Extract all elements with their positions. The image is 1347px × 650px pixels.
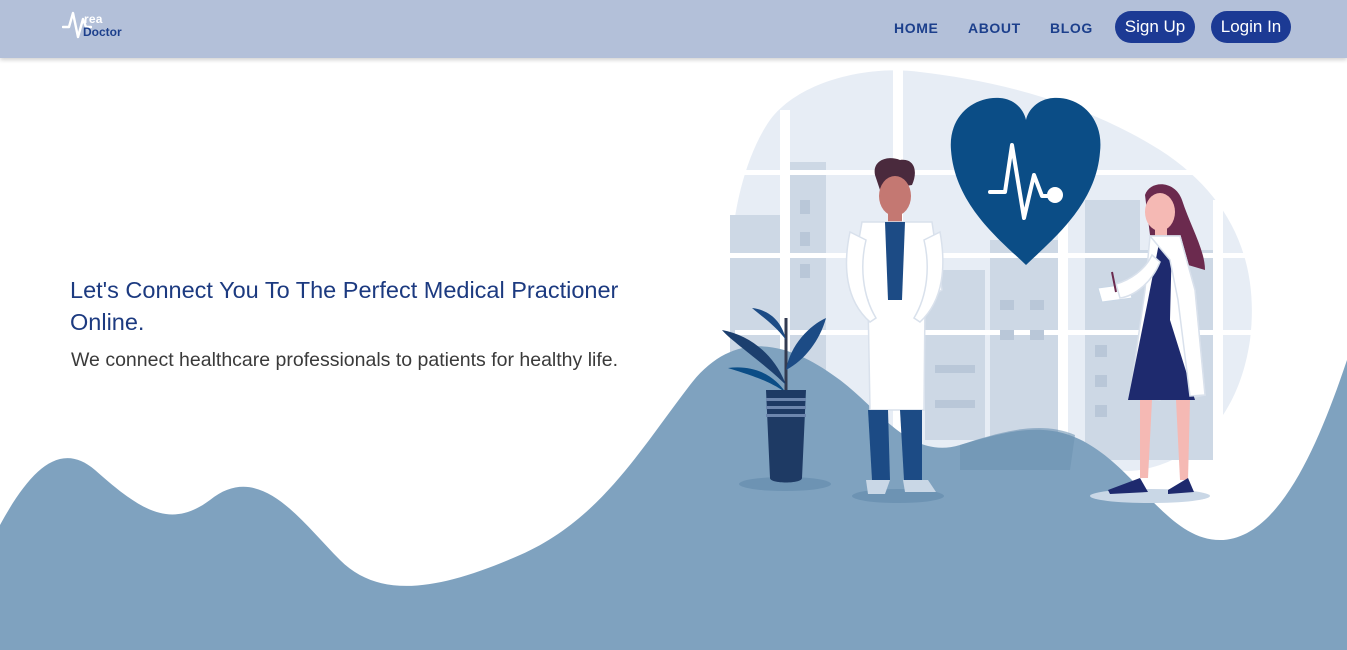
brand-logo[interactable]: rea Doctor	[62, 9, 132, 41]
signup-button[interactable]: Sign Up	[1115, 11, 1195, 43]
female-doctor	[1097, 184, 1206, 494]
male-doctor	[845, 158, 944, 494]
heart-pulse-icon	[950, 97, 1101, 265]
hero-heading: Let's Connect You To The Perfect Medical…	[70, 277, 619, 335]
nav-home-link[interactable]: HOME	[894, 20, 938, 36]
logo-text-bottom: Doctor	[83, 25, 122, 39]
landing-page: rea Doctor HOME ABOUT BLOG Sign Up Login…	[0, 0, 1347, 650]
hero-subheading: We connect healthcare professionals to p…	[71, 349, 619, 371]
potted-plant-icon	[722, 308, 826, 483]
login-button[interactable]: Login In	[1211, 11, 1291, 43]
nav-about-link[interactable]: ABOUT	[968, 20, 1021, 36]
logo-text-top: rea	[84, 12, 103, 26]
header-navbar: rea Doctor HOME ABOUT BLOG Sign Up Login…	[0, 0, 1347, 58]
nav-blog-link[interactable]: BLOG	[1050, 20, 1093, 36]
